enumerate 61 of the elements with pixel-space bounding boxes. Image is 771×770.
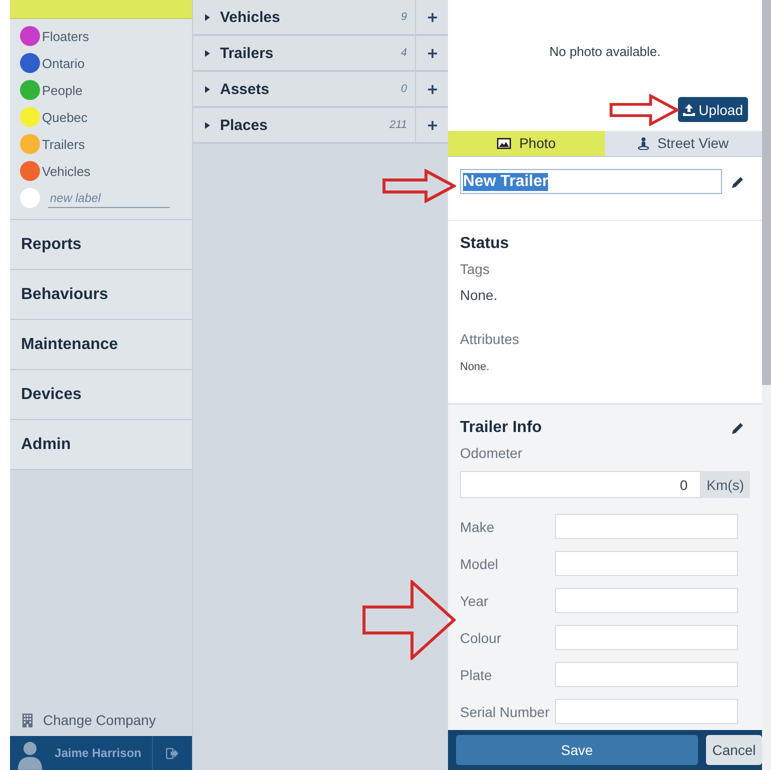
label-name[interactable]: Ontario bbox=[42, 56, 85, 70]
nav-item[interactable]: Maintenance bbox=[10, 320, 192, 370]
pencil-icon[interactable] bbox=[732, 422, 744, 434]
input-field[interactable] bbox=[555, 551, 738, 576]
field-label: Plate bbox=[460, 666, 493, 682]
building-icon bbox=[22, 712, 33, 728]
nav-item[interactable]: Reports bbox=[10, 220, 192, 270]
tab[interactable]: Street View bbox=[605, 130, 762, 157]
plus-icon bbox=[428, 12, 436, 22]
input-field[interactable] bbox=[555, 588, 738, 613]
label-name[interactable]: Floaters bbox=[42, 28, 89, 44]
nav-item[interactable]: Admin bbox=[10, 420, 192, 470]
plus-icon bbox=[428, 48, 436, 58]
tab[interactable]: Photo bbox=[448, 130, 605, 157]
tags-label: Tags bbox=[460, 261, 491, 277]
odometer-label: Odometer bbox=[460, 445, 524, 461]
unit-label: Km(s) bbox=[700, 471, 750, 498]
image-icon bbox=[497, 138, 512, 149]
label-name[interactable]: Vehicles bbox=[42, 164, 90, 178]
annotation-arrow bbox=[608, 94, 680, 126]
change-company-link[interactable]: Change Company bbox=[10, 712, 192, 736]
upload-icon bbox=[682, 104, 695, 116]
nav-item[interactable]: Behaviours bbox=[10, 270, 192, 320]
group-count: 0 bbox=[400, 83, 407, 95]
no-photo-message: No photo available. bbox=[548, 43, 662, 59]
group-count: 4 bbox=[400, 47, 407, 59]
field-label: Model bbox=[460, 556, 500, 572]
input-field[interactable] bbox=[555, 514, 738, 539]
nav-item[interactable]: Devices bbox=[10, 370, 192, 420]
new-label-field[interactable]: new label bbox=[48, 188, 170, 208]
group-count: 9 bbox=[400, 11, 407, 23]
field-label: Colour bbox=[460, 630, 502, 646]
field-label: Serial Number bbox=[460, 704, 550, 720]
input-field[interactable] bbox=[555, 662, 738, 687]
upload-button[interactable]: Upload bbox=[678, 97, 748, 122]
attributes-label: Attributes bbox=[460, 331, 520, 347]
cancel-button[interactable]: Cancel bbox=[706, 735, 762, 765]
odometer-field[interactable]: 0 bbox=[460, 471, 701, 498]
attributes-value: None. bbox=[460, 361, 490, 373]
section-title: Trailer Info bbox=[460, 419, 542, 437]
group-count: 211 bbox=[389, 119, 407, 131]
input-field[interactable] bbox=[555, 699, 738, 724]
save-button[interactable]: Save bbox=[456, 735, 698, 765]
user-name[interactable]: Jaime Harrison bbox=[44, 746, 152, 760]
person-pin-icon bbox=[638, 136, 650, 150]
label-name[interactable]: Quebec bbox=[42, 110, 88, 124]
label-color-dot[interactable] bbox=[20, 188, 40, 208]
tags-value: None. bbox=[460, 287, 498, 303]
label-name[interactable]: People bbox=[42, 82, 82, 98]
sign-out-icon bbox=[166, 748, 179, 758]
field-label: Year bbox=[460, 592, 490, 608]
plus-icon bbox=[428, 84, 436, 94]
plus-icon bbox=[428, 120, 436, 130]
input-field[interactable] bbox=[555, 625, 738, 650]
section-title: Status bbox=[460, 235, 510, 253]
field-label: Make bbox=[460, 518, 496, 534]
user-silhouette-icon bbox=[16, 740, 44, 770]
name-field[interactable]: New Trailer bbox=[460, 169, 722, 194]
scrollbar[interactable] bbox=[762, 0, 771, 770]
label-name[interactable]: Trailers bbox=[42, 136, 85, 152]
pencil-icon[interactable] bbox=[732, 176, 744, 188]
